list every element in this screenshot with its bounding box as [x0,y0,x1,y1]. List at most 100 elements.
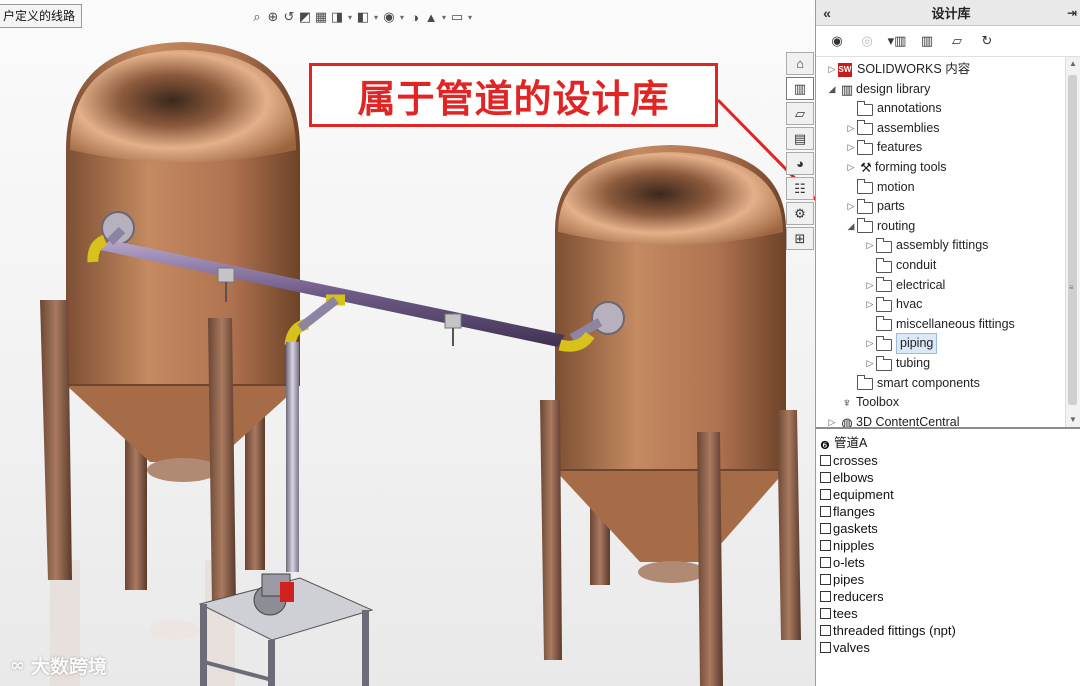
library-file-item[interactable]: gaskets [820,520,1080,537]
tree-item-hvac[interactable]: ▷ hvac [864,295,922,314]
callout-text: 属于管道的设计库 [357,76,670,121]
tree-item-solidworks[interactable]: ▷ SW SOLIDWORKS 内容 [826,60,970,79]
custom-properties-tab-icon[interactable]: ☷ [786,177,814,200]
tree-item-smart-components[interactable]: smart components [845,374,980,393]
folder-icon [857,100,873,116]
expand-arrow-icon[interactable]: ▷ [845,158,857,177]
chevron-down-icon[interactable]: ▾ [440,13,448,22]
splitter-grip-icon[interactable]: ≡ [1069,283,1074,292]
library-file-item[interactable]: tees [820,605,1080,622]
tree-item-electrical[interactable]: ▷ electrical [864,276,945,295]
expand-arrow-icon[interactable]: ▷ [864,354,876,373]
expand-arrow-icon[interactable]: ▷ [826,413,838,427]
folder-icon [857,139,873,155]
refresh-icon[interactable]: ↻ [972,29,1002,53]
collapse-panel-button[interactable]: « [816,5,838,21]
design-library-tab-icon[interactable]: ▥ [786,77,814,100]
tree-item-3d-contentcentral[interactable]: ▷ ◍ 3D ContentCentral [826,413,960,427]
tree-item-tubing[interactable]: ▷ tubing [864,354,930,373]
library-file-item[interactable]: crosses [820,452,1080,469]
folder-icon [857,120,873,136]
tree-item-forming-tools[interactable]: ▷ ⚒ forming tools [845,158,947,177]
library-file-item[interactable]: reducers [820,588,1080,605]
graphics-area[interactable]: 户定义的线路 ⌕ ⊕ ↺ ◩ ▦ ◨ ▾ ◧ ▾ ◉ ▾ ◑ ▲ ▾ ▭ ▾ 属于管道的设… [0,0,815,686]
folder-icon [820,540,831,551]
edit-appearance-icon[interactable]: ◑ [408,10,422,25]
apply-scene-icon[interactable]: ▲ [424,10,438,25]
right-tank[interactable] [555,145,786,583]
library-file-label: tees [833,606,858,621]
add-file-location-icon[interactable]: ▥ [912,29,942,53]
section-view-icon[interactable]: ◩ [298,9,312,25]
tree-item-features[interactable]: ▷ features [845,138,922,157]
appearances-tab-icon[interactable]: ◕ [786,152,814,175]
library-file-item[interactable]: flanges [820,503,1080,520]
library-file-item[interactable]: o-lets [820,554,1080,571]
collapse-arrow-icon[interactable]: ◢ [826,80,838,99]
chevron-down-icon[interactable]: ▾ [466,13,474,22]
library-file-item[interactable]: threaded fittings (npt) [820,622,1080,639]
tree-item-design-library[interactable]: ◢ ▥ design library [826,80,931,99]
chevron-down-icon[interactable]: ▾ [346,13,354,22]
expand-arrow-icon[interactable]: ▷ [845,119,857,138]
library-file-item[interactable]: equipment [820,486,1080,503]
tree-item-label: SOLIDWORKS 内容 [857,62,971,76]
expand-arrow-icon[interactable]: ▷ [864,334,876,353]
routing-library-tab-icon[interactable]: ⚙ [786,202,814,225]
tree-item-parts[interactable]: ▷ parts [845,197,905,216]
folder-icon [876,316,892,332]
tree-item-conduit[interactable]: conduit [864,256,936,275]
expand-arrow-icon[interactable]: ▷ [826,60,838,79]
panel-toolbar: ◉ ◎ ▾▥ ▥ ▱ ↻ [816,26,1080,57]
expand-arrow-icon[interactable]: ▷ [864,236,876,255]
previous-view-icon[interactable]: ↺ [282,9,296,25]
expand-arrow-icon[interactable]: ▷ [864,295,876,314]
tree-item-toolbox[interactable]: ♆ Toolbox [826,393,899,412]
chevron-down-icon[interactable]: ▾ [372,13,380,22]
pin-icon[interactable]: ⇥ [1064,6,1080,20]
tree-item-assemblies[interactable]: ▷ assemblies [845,119,940,138]
scrollbar-thumb[interactable] [1068,75,1077,405]
file-explorer-tab-icon[interactable]: ▱ [786,102,814,125]
expand-arrow-icon[interactable]: ▷ [864,276,876,295]
scroll-up-icon[interactable]: ▲ [1066,57,1080,71]
zoom-to-fit-icon[interactable]: ⌕ [250,9,264,25]
library-file-item[interactable]: pipes [820,571,1080,588]
tree-item-label: annotations [877,101,942,116]
display-style-icon[interactable]: ◧ [356,9,370,25]
routing-tab-icon[interactable]: ⊞ [786,227,814,250]
tree-item-annotations[interactable]: annotations [845,99,942,118]
tree-item-assembly-fittings[interactable]: ▷ assembly fittings [864,236,988,255]
back-icon[interactable]: ◉ [822,29,852,53]
tree-item-miscellaneous-fittings[interactable]: miscellaneous fittings [864,315,1015,334]
collapse-arrow-icon[interactable]: ◢ [845,217,857,236]
folder-icon [820,625,831,636]
view-settings-icon[interactable]: ▭ [450,9,464,25]
home-tab-icon[interactable]: ⌂ [786,52,814,75]
dynamic-annotation-icon[interactable]: ▦ [314,9,328,25]
forward-icon[interactable]: ◎ [852,29,882,53]
chevron-down-icon[interactable]: ▾ [398,13,406,22]
library-file-label: flanges [833,504,875,519]
expand-arrow-icon[interactable]: ▷ [845,197,857,216]
hide-show-icon[interactable]: ◉ [382,9,396,25]
view-orientation-icon[interactable]: ◨ [330,9,344,25]
solidworks-logo-icon: SW [838,62,852,77]
expand-arrow-icon[interactable]: ▷ [845,138,857,157]
zoom-area-icon[interactable]: ⊕ [266,9,280,25]
tree-scrollbar[interactable]: ▲ ≡ ▼ [1065,57,1080,427]
folder-icon [857,375,873,391]
library-file-item[interactable]: nipples [820,537,1080,554]
create-new-folder-icon[interactable]: ▱ [942,29,972,53]
view-palette-tab-icon[interactable]: ▤ [786,127,814,150]
library-file-item[interactable]: valves [820,639,1080,656]
add-to-library-icon[interactable]: ▾▥ [882,29,912,53]
tree-item-motion[interactable]: motion [845,178,915,197]
task-pane-tabs: ⌂ ▥ ▱ ▤ ◕ ☷ ⚙ ⊞ [786,52,814,250]
tree-item-piping[interactable]: ▷ piping [864,333,938,355]
library-tree[interactable]: ▷ SW SOLIDWORKS 内容 ◢ ▥ design library annotati… [816,57,1080,429]
library-file-item[interactable]: elbows [820,469,1080,486]
route-name-tab[interactable]: 户定义的线路 [0,4,83,28]
tree-item-routing[interactable]: ◢ routing [845,217,915,236]
scroll-down-icon[interactable]: ▼ [1066,413,1080,427]
